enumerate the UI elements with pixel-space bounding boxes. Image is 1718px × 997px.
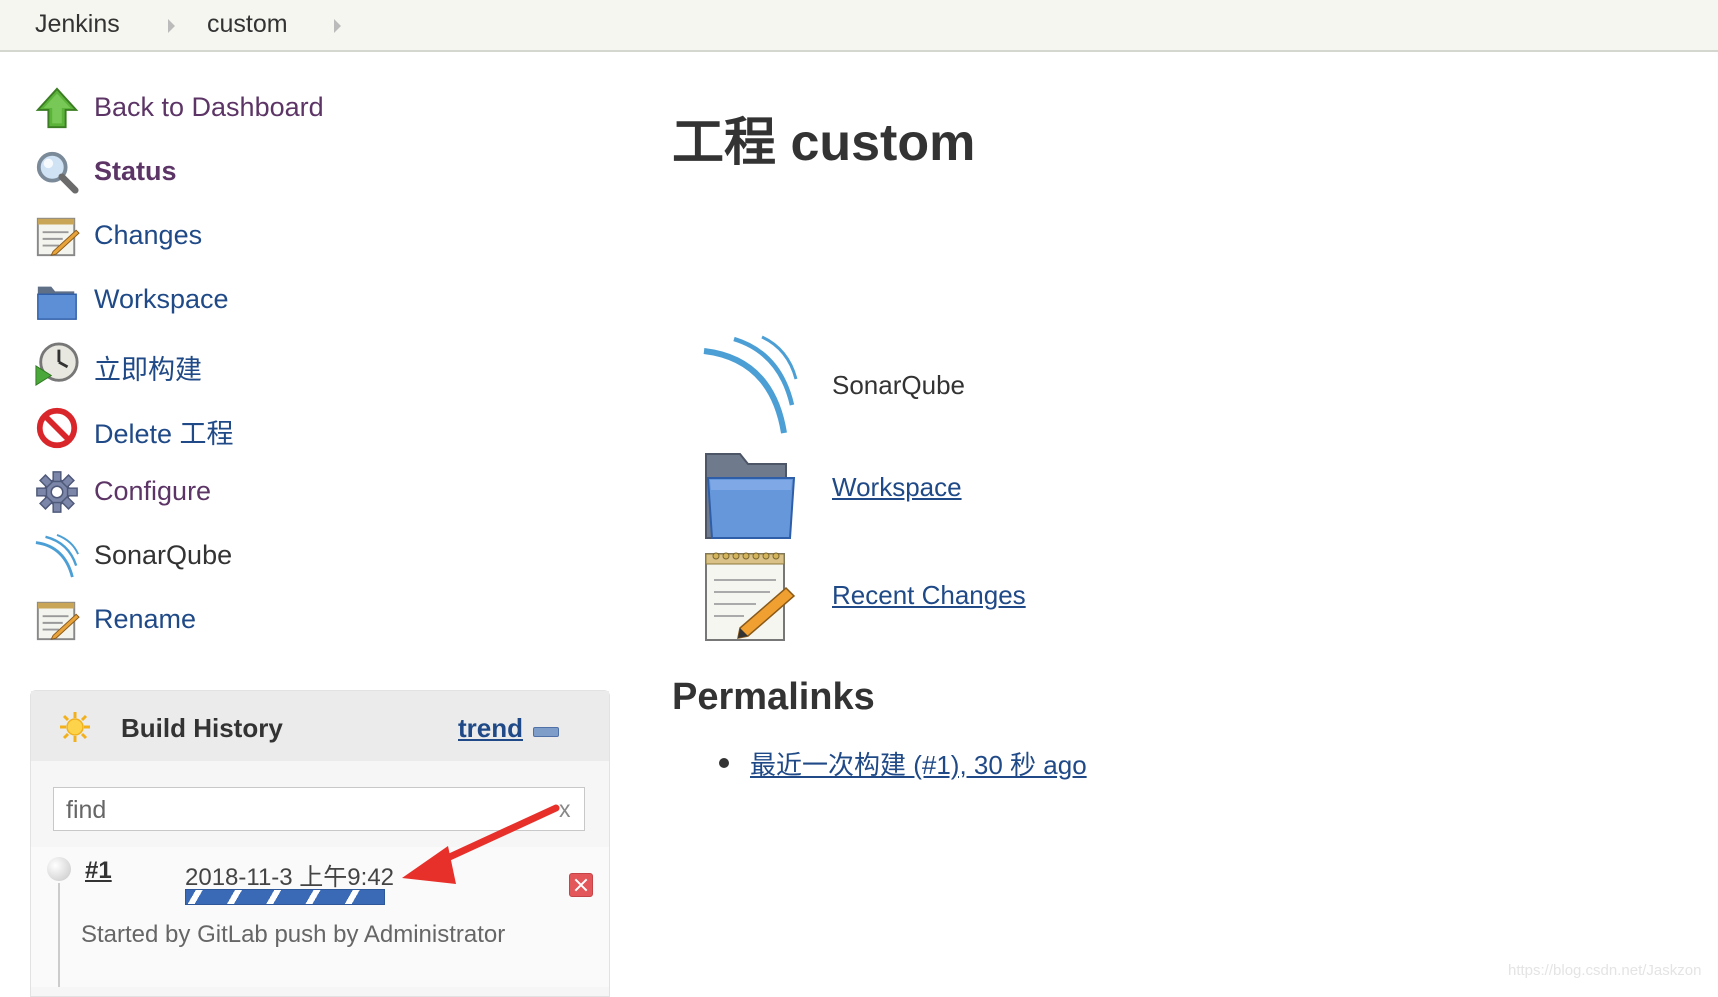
build-status-ball-icon: [47, 857, 71, 881]
main-link-recent-changes[interactable]: Recent Changes: [700, 546, 1300, 646]
task-workspace[interactable]: Workspace: [34, 276, 554, 326]
task-sonarqube[interactable]: SonarQube: [34, 532, 554, 582]
task-label[interactable]: Configure: [94, 476, 211, 507]
build-date[interactable]: 2018-11-3 上午9:42: [185, 857, 394, 892]
notepad-icon: [36, 217, 80, 257]
gear-icon: [36, 471, 78, 513]
main-link-workspace[interactable]: Workspace: [700, 448, 1300, 548]
sun-icon: [60, 712, 90, 742]
abort-build-button[interactable]: [569, 873, 593, 897]
main-link-sonarqube[interactable]: SonarQube: [700, 335, 1300, 435]
task-configure[interactable]: Configure: [34, 468, 554, 518]
no-entry-icon: [36, 407, 78, 449]
breadcrumb: Jenkins custom: [0, 0, 1718, 52]
clear-search-button[interactable]: x: [559, 796, 571, 823]
task-build-now[interactable]: 立即构建: [34, 340, 554, 390]
main-link-label: SonarQube: [832, 370, 965, 400]
task-label[interactable]: Changes: [94, 220, 202, 251]
page-title: 工程 custom: [672, 114, 976, 172]
watermark: https://blog.csdn.net/Jaskzon: [1508, 962, 1702, 979]
build-number-link[interactable]: #1: [85, 857, 112, 885]
build-cause: Started by GitLab push by Administrator: [81, 921, 506, 948]
build-history-header: Build History trend: [31, 691, 609, 761]
task-changes[interactable]: Changes: [34, 212, 554, 262]
task-label[interactable]: Status: [94, 156, 177, 187]
collapse-icon[interactable]: [533, 727, 559, 737]
task-label[interactable]: Rename: [94, 604, 196, 635]
task-label[interactable]: Delete 工程: [94, 412, 234, 451]
folder-icon: [705, 453, 796, 539]
main-link-label[interactable]: Recent Changes: [832, 580, 1026, 611]
bullet: [719, 758, 729, 768]
build-search-input[interactable]: [64, 793, 538, 827]
build-history-widget: Build History trend x #1 2018-11-3 上午9:4…: [30, 690, 610, 997]
build-history-title: Build History: [121, 713, 283, 743]
task-status[interactable]: Status: [34, 148, 554, 198]
build-progress-bar[interactable]: [185, 889, 385, 905]
breadcrumb-jenkins[interactable]: Jenkins: [35, 10, 120, 39]
breadcrumb-separator-icon[interactable]: [168, 19, 175, 33]
notepad-icon: [36, 601, 80, 641]
task-back-to-dashboard[interactable]: Back to Dashboard: [34, 84, 554, 134]
find-box: x: [53, 787, 585, 831]
build-history-body: x #1 2018-11-3 上午9:42 Started by GitLab …: [31, 761, 609, 996]
task-rename[interactable]: Rename: [34, 596, 554, 646]
sonarqube-icon: [703, 335, 798, 434]
main-link-label[interactable]: Workspace: [832, 472, 962, 503]
up-arrow-icon: [35, 87, 79, 129]
folder-icon: [37, 286, 77, 320]
breadcrumb-separator-icon[interactable]: [334, 19, 341, 33]
task-label[interactable]: 立即构建: [94, 348, 202, 387]
build-row: #1 2018-11-3 上午9:42 Started by GitLab pu…: [31, 847, 609, 987]
timeline-line: [58, 883, 60, 987]
task-label[interactable]: Back to Dashboard: [94, 92, 324, 123]
magnifier-icon: [36, 151, 79, 194]
notepad-icon: [705, 552, 796, 641]
task-label[interactable]: Workspace: [94, 284, 229, 315]
task-label[interactable]: SonarQube: [94, 540, 232, 571]
sonarqube-icon: [35, 534, 79, 578]
breadcrumb-custom[interactable]: custom: [207, 10, 288, 39]
permalink-last-build[interactable]: 最近一次构建 (#1), 30 秒 ago: [750, 745, 1087, 782]
permalinks-heading: Permalinks: [672, 676, 875, 718]
clock-play-icon: [35, 342, 79, 386]
task-delete-project[interactable]: Delete 工程: [34, 404, 554, 454]
trend-link[interactable]: trend: [458, 713, 523, 744]
